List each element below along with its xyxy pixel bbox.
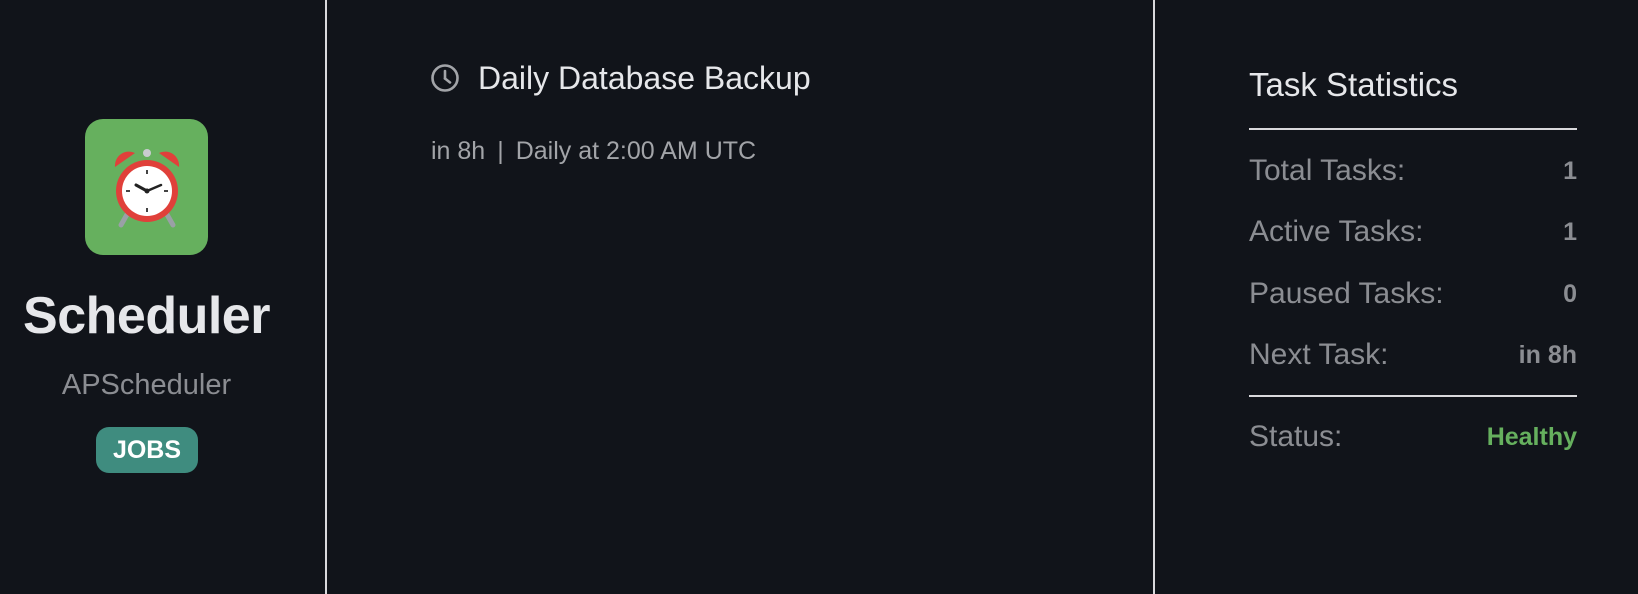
app-info-panel: Scheduler APScheduler JOBS [0,0,326,594]
stat-label: Next Task: [1249,338,1389,371]
stat-row-status: Status: Healthy [1249,417,1577,457]
left-divider [325,0,327,594]
clock-icon [431,64,459,92]
task-title: Daily Database Backup [478,59,811,96]
stat-value: 1 [1563,217,1577,246]
category-badge: JOBS [96,427,198,473]
stat-row-next: Next Task: in 8h [1249,335,1577,375]
stat-value: 0 [1563,279,1577,308]
app-name: Scheduler [23,287,270,345]
stat-label: Active Tasks: [1249,215,1424,248]
alarm-clock-icon [114,149,179,228]
app-subtitle: APScheduler [61,369,232,401]
stat-label: Paused Tasks: [1249,277,1444,310]
stat-row-paused: Paused Tasks: 0 [1249,274,1577,314]
scheduler-card: Scheduler APScheduler JOBS Daily Databas… [0,0,1638,594]
stat-row-total: Total Tasks: 1 [1249,151,1577,191]
task-schedule: Daily at 2:00 AM UTC [515,137,757,165]
meta-separator: | [497,137,504,165]
stat-row-active: Active Tasks: 1 [1249,212,1577,252]
right-divider [1153,0,1155,594]
status-badge: Healthy [1486,422,1577,451]
task-item[interactable]: Daily Database Backup [430,58,811,98]
stat-label: Total Tasks: [1249,154,1406,187]
task-next-run: in 8h [431,137,486,165]
stat-value: in 8h [1518,340,1577,369]
stats-status-rule [1249,395,1577,397]
status-label: Status: [1249,420,1343,453]
stat-value: 1 [1563,156,1577,185]
stats-title-rule [1249,128,1577,130]
app-icon-tile [85,119,208,255]
task-meta: in 8h | Daily at 2:00 AM UTC [431,137,756,166]
stats-title: Task Statistics [1249,66,1459,103]
